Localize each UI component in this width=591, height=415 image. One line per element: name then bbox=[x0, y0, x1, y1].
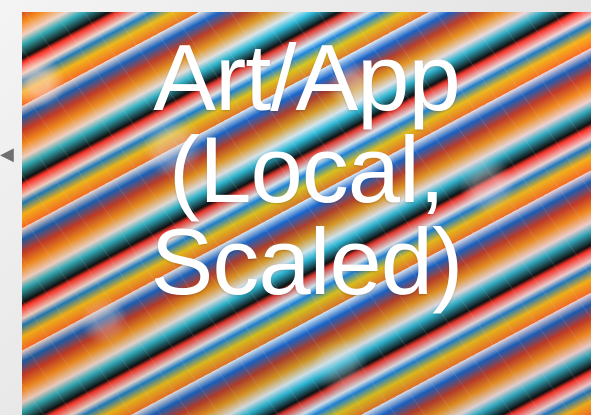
title-line-3: Scaled) bbox=[150, 209, 464, 314]
title-line-1: Art/App bbox=[153, 25, 461, 130]
slide-title: Art/App (Local, Scaled) bbox=[22, 25, 591, 314]
art-canvas: Art/App (Local, Scaled) bbox=[22, 12, 591, 415]
title-line-2: (Local, bbox=[168, 117, 445, 222]
arrow-left-icon: ◀ bbox=[0, 144, 14, 164]
